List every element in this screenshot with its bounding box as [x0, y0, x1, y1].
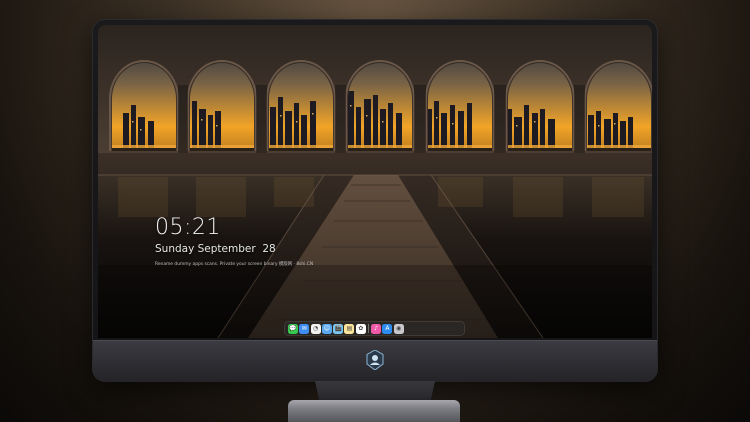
monitor: 05:21 Sunday September 28 Rename dummy a…	[93, 20, 657, 382]
dock-separator	[368, 324, 370, 333]
monitor-chin	[93, 340, 657, 382]
wallpaper	[98, 25, 652, 338]
mail-icon[interactable]: ✉	[299, 323, 310, 334]
brand-logo-icon	[366, 350, 384, 370]
finder-icon[interactable]: ☺	[321, 323, 332, 334]
photos-icon[interactable]: ✿	[355, 323, 366, 334]
music-icon[interactable]: ♪	[371, 323, 382, 334]
app-store-icon[interactable]: A	[382, 323, 393, 334]
clapper-icon[interactable]: 🎬	[333, 323, 344, 334]
monitor-stand-foot	[288, 400, 460, 422]
screen: 05:21 Sunday September 28 Rename dummy a…	[98, 25, 652, 338]
camera-icon[interactable]: ◉	[393, 323, 404, 334]
lock-clock: 05:21	[155, 215, 221, 240]
clock-icon[interactable]: ◔	[310, 323, 321, 334]
dock: 💬 ✉ ◔ ☺ 🎬 ▤ ✿ ♪ A ◉	[284, 321, 465, 336]
messages-icon[interactable]: 💬	[288, 323, 298, 334]
lock-notice: Rename dummy apps scans. Private your sc…	[155, 262, 314, 267]
lock-date: Sunday September 28	[155, 243, 276, 255]
notes-icon[interactable]: ▤	[344, 323, 355, 334]
